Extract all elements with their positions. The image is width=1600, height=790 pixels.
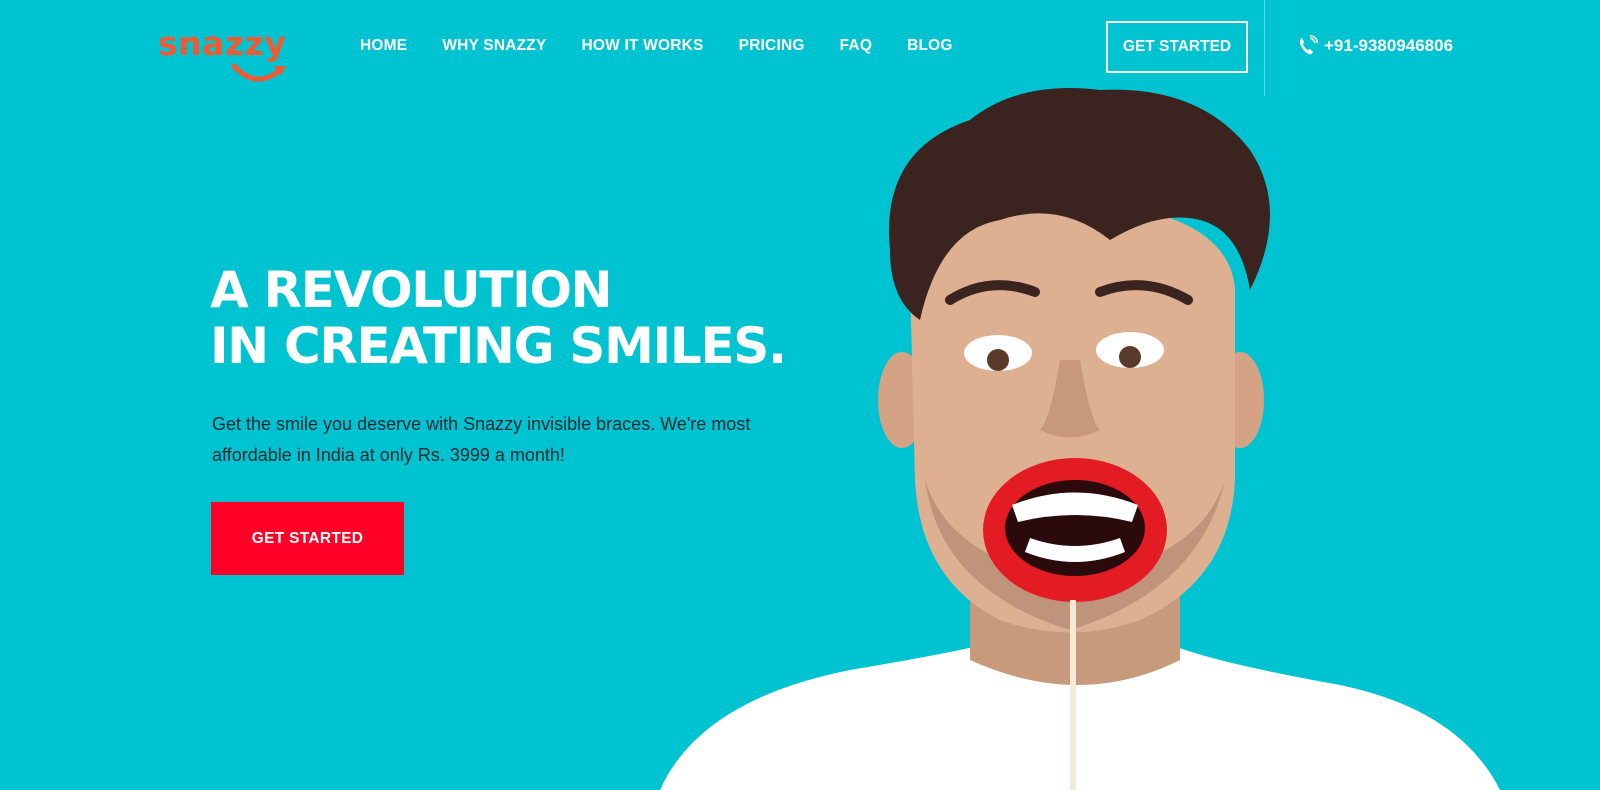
- phone-number: +91-9380946806: [1324, 36, 1454, 55]
- main-nav: HOME WHY SNAZZY HOW IT WORKS PRICING FAQ…: [360, 36, 988, 56]
- logo-wordmark: snazzy: [158, 24, 287, 63]
- nav-why-snazzy[interactable]: WHY SNAZZY: [442, 36, 546, 56]
- nav-how-it-works[interactable]: HOW IT WORKS: [582, 36, 704, 56]
- phone-icon: [1299, 35, 1318, 55]
- nav-home[interactable]: HOME: [360, 36, 407, 56]
- site-header: snazzy HOME WHY SNAZZY HOW IT WORKS PRIC…: [0, 0, 1600, 96]
- phone-link[interactable]: +91-9380946806: [1298, 35, 1453, 57]
- hero-get-started-button[interactable]: GET STARTED: [211, 502, 404, 575]
- hero-person-image: [660, 88, 1500, 790]
- snazzy-logo[interactable]: snazzy: [158, 24, 298, 86]
- header-get-started-button[interactable]: GET STARTED: [1106, 21, 1248, 73]
- logo-smile-icon: [231, 63, 286, 82]
- nav-faq[interactable]: FAQ: [840, 36, 872, 56]
- nav-blog[interactable]: BLOG: [907, 36, 953, 56]
- header-divider: [1264, 0, 1265, 96]
- nav-pricing[interactable]: PRICING: [739, 36, 805, 56]
